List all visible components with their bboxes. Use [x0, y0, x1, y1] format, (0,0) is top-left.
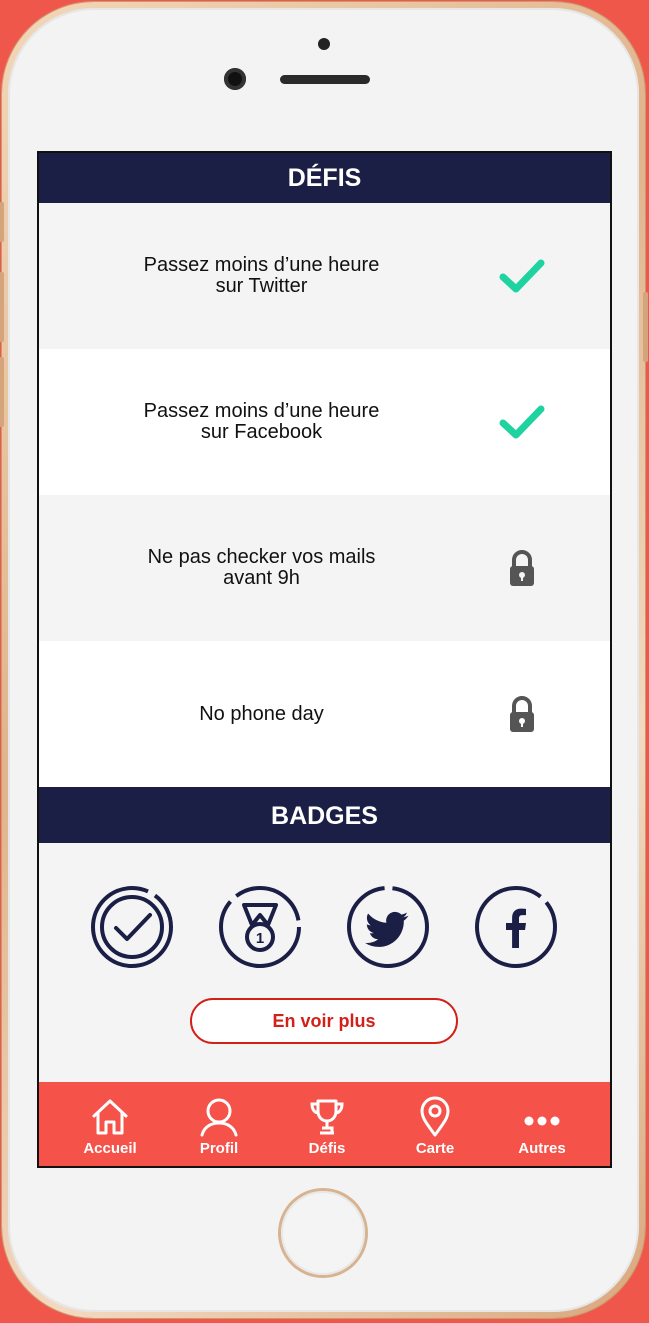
challenge-row[interactable]: Ne pas checker vos mails avant 9h	[39, 495, 610, 641]
proximity-sensor	[318, 38, 330, 50]
app-screen: DÉFIS Passez moins d’une heure sur Twitt…	[37, 151, 612, 1168]
power-button	[643, 292, 648, 362]
home-button[interactable]	[281, 1191, 365, 1275]
front-camera	[224, 68, 246, 90]
checkmark-badge-icon[interactable]	[90, 885, 174, 969]
lock-icon	[510, 696, 534, 732]
challenge-label: No phone day	[199, 702, 324, 725]
tab-defis[interactable]: Défis	[273, 1082, 381, 1166]
challenge-label: Passez moins d’une heure sur Facebook	[143, 400, 380, 443]
challenge-row[interactable]: Passez moins d’une heure sur Facebook	[39, 349, 610, 495]
defis-header: DÉFIS	[39, 153, 610, 203]
tab-carte[interactable]: Carte	[381, 1082, 489, 1166]
badges-section: 1 En voir plus	[39, 843, 610, 1083]
medal-badge-icon[interactable]: 1	[218, 885, 302, 969]
profile-icon	[200, 1098, 238, 1137]
earpiece-speaker	[280, 75, 370, 84]
volume-up-button	[0, 272, 4, 342]
svg-text:1: 1	[256, 930, 264, 947]
see-more-label: En voir plus	[272, 1010, 376, 1031]
tab-label: Carte	[415, 1140, 455, 1157]
challenge-row[interactable]: Passez moins d’une heure sur Twitter	[39, 203, 610, 349]
trophy-icon	[310, 1099, 344, 1135]
check-icon	[499, 405, 545, 439]
challenge-label: Passez moins d’une heure sur Twitter	[143, 254, 380, 297]
tab-label: Profil	[199, 1140, 239, 1157]
challenge-row[interactable]: No phone day	[39, 641, 610, 787]
facebook-badge-icon[interactable]	[474, 885, 558, 969]
badges-title: BADGES	[271, 801, 378, 830]
defis-title: DÉFIS	[287, 163, 362, 192]
lock-icon	[510, 550, 534, 586]
tab-label: Défis	[308, 1140, 346, 1157]
volume-down-button	[0, 357, 4, 427]
twitter-badge-icon[interactable]	[346, 885, 430, 969]
tab-label: Autres	[518, 1140, 566, 1157]
tab-autres[interactable]: Autres	[488, 1082, 596, 1166]
tab-label: Accueil	[83, 1140, 137, 1157]
tab-accueil[interactable]: Accueil	[56, 1082, 164, 1166]
bottom-tab-bar: Accueil Profil Défis Carte Autres	[39, 1082, 610, 1166]
map-pin-icon	[420, 1096, 450, 1137]
more-icon	[524, 1116, 560, 1126]
home-icon	[92, 1099, 128, 1135]
tab-profil[interactable]: Profil	[165, 1082, 273, 1166]
check-icon	[499, 259, 545, 293]
mute-switch	[0, 202, 4, 242]
badges-header: BADGES	[39, 789, 610, 843]
see-more-button[interactable]: En voir plus	[190, 998, 458, 1044]
challenge-label: Ne pas checker vos mails avant 9h	[147, 546, 376, 589]
